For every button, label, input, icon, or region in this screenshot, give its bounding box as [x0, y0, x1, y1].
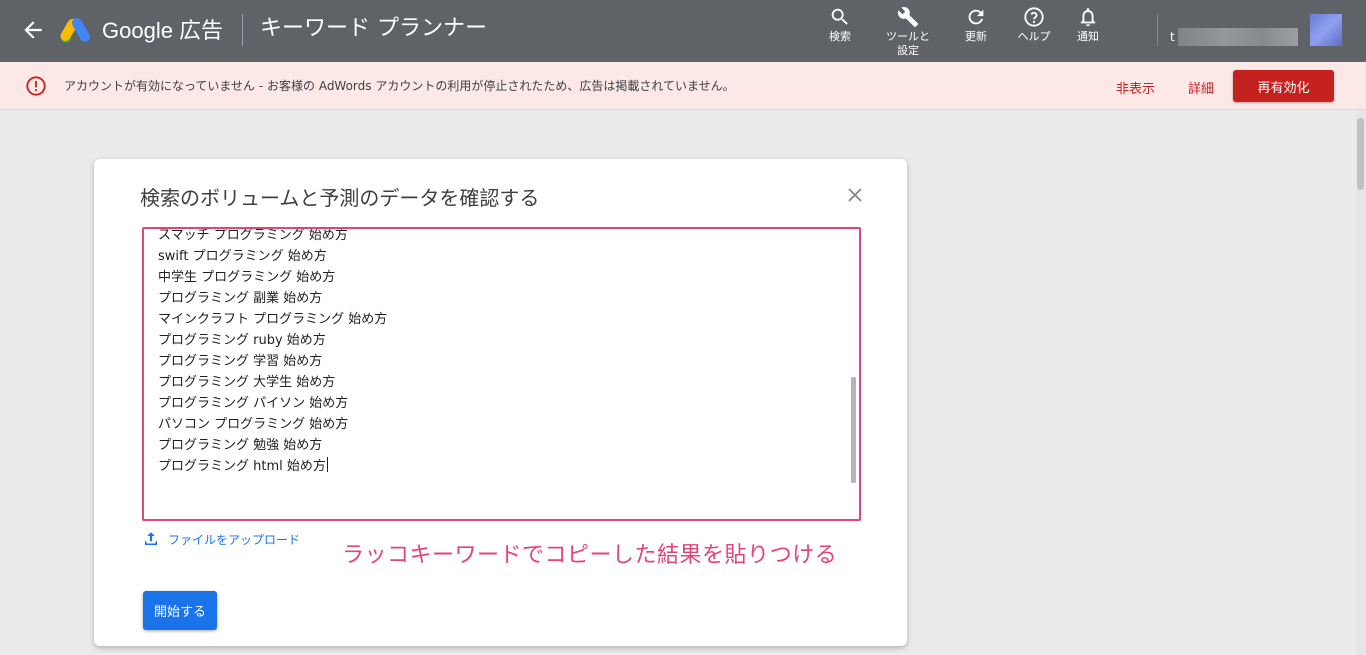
- keyword-line: プログラミング 大学生 始め方: [158, 375, 336, 390]
- hide-alert-link[interactable]: 非表示: [1116, 78, 1155, 97]
- toolbar-help-label: ヘルプ: [1017, 30, 1051, 43]
- keyword-line: プログラミング パイソン 始め方: [158, 396, 349, 411]
- wrench-icon: [897, 7, 919, 28]
- keyword-line: プログラミング 副業 始め方: [158, 291, 323, 306]
- details-link[interactable]: 詳細: [1188, 78, 1214, 97]
- keyword-line: 中学生 プログラミング 始め方: [158, 270, 336, 285]
- back-arrow-icon[interactable]: [20, 17, 46, 43]
- toolbar-refresh-label: 更新: [965, 30, 987, 43]
- account-alert-banner: アカウントが有効になっていません - お客様の AdWords アカウントの利用…: [0, 62, 1366, 110]
- toolbar-help[interactable]: ヘルプ: [1004, 6, 1064, 44]
- account-name[interactable]: t: [1170, 30, 1175, 44]
- keyword-list: スマッチ プログラミング 始め方 swift プログラミング 始め方 中学生 プ…: [158, 228, 388, 477]
- toolbar-tools-settings[interactable]: ツールと 設定: [878, 6, 938, 58]
- brand-divider: [242, 14, 243, 46]
- annotation-caption: ラッコキーワードでコピーした結果を貼りつける: [342, 543, 838, 568]
- keyword-line: マインクラフト プログラミング 始め方: [158, 312, 388, 327]
- reactivate-button[interactable]: 再有効化: [1233, 70, 1334, 102]
- account-divider: [1157, 14, 1158, 46]
- text-caret: [326, 457, 328, 472]
- toolbar-refresh[interactable]: 更新: [946, 6, 1006, 44]
- avatar[interactable]: [1310, 14, 1342, 46]
- upload-file-link[interactable]: ファイルをアップロード: [142, 529, 300, 549]
- account-name-redacted: [1178, 28, 1298, 46]
- keyword-line: プログラミング 学習 始め方: [158, 354, 323, 369]
- start-button[interactable]: 開始する: [143, 591, 217, 630]
- page-scrollbar-thumb[interactable]: [1357, 118, 1364, 190]
- keyword-line: スマッチ プログラミング 始め方: [158, 228, 348, 243]
- close-icon[interactable]: [846, 186, 864, 204]
- dialog-title: 検索のボリュームと予測のデータを確認する: [140, 186, 540, 210]
- toolbar-notifications[interactable]: 通知: [1058, 6, 1118, 44]
- bell-icon: [1080, 8, 1096, 27]
- refresh-icon: [968, 9, 984, 25]
- forecast-dialog: 検索のボリュームと予測のデータを確認する スマッチ プログラミング 始め方 sw…: [94, 159, 907, 646]
- app-bar: Google 広告 キーワード プランナー 検索 ツールと 設定 更新 ヘルプ …: [0, 0, 1366, 62]
- toolbar-search-label: 検索: [829, 30, 851, 43]
- keyword-line-text: プログラミング html 始め方: [158, 459, 326, 474]
- page-scrollbar[interactable]: [1356, 110, 1366, 655]
- keyword-line-last: プログラミング html 始め方: [158, 456, 387, 477]
- error-icon: [25, 75, 47, 97]
- alert-message: アカウントが有効になっていません - お客様の AdWords アカウントの利用…: [64, 79, 735, 93]
- google-ads-logo-icon: [60, 16, 92, 44]
- brand-name: Google 広告: [102, 18, 224, 43]
- keyword-line: プログラミング 勉強 始め方: [158, 438, 323, 453]
- keyword-line: プログラミング ruby 始め方: [158, 333, 326, 348]
- search-icon: [831, 8, 848, 25]
- page-title: キーワード プランナー: [260, 16, 487, 41]
- upload-icon: [145, 532, 157, 545]
- help-icon: [1024, 7, 1044, 27]
- toolbar-notifications-label: 通知: [1077, 30, 1099, 43]
- textarea-scrollbar-thumb[interactable]: [851, 377, 856, 483]
- upload-file-label: ファイルをアップロード: [168, 532, 301, 547]
- toolbar-tools-label: ツールと 設定: [886, 30, 930, 57]
- keyword-line: swift プログラミング 始め方: [158, 249, 327, 264]
- keyword-line: パソコン プログラミング 始め方: [158, 417, 349, 432]
- keyword-input-textarea[interactable]: スマッチ プログラミング 始め方 swift プログラミング 始め方 中学生 プ…: [142, 227, 861, 521]
- toolbar-search[interactable]: 検索: [810, 6, 870, 44]
